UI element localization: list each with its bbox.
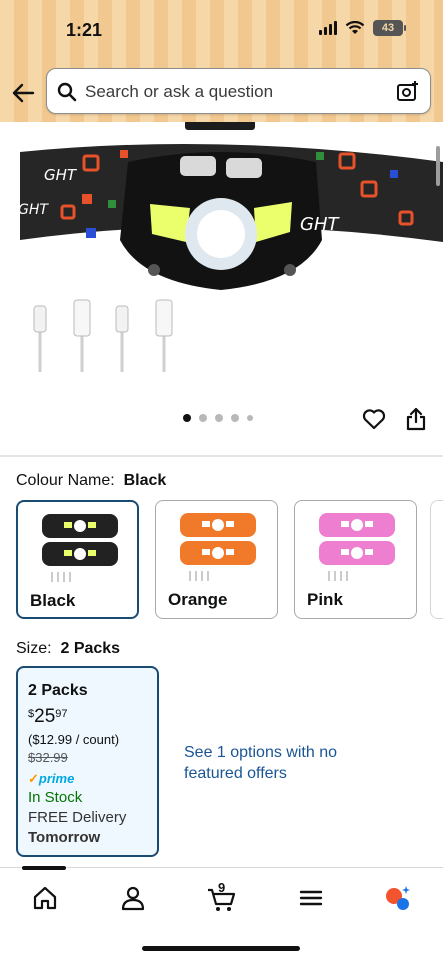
menu-icon[interactable]: [297, 884, 325, 912]
nav-active-indicator: [22, 866, 66, 870]
stock-status: In Stock: [28, 789, 83, 806]
section-divider: [0, 455, 443, 457]
cellular-signal-icon: [319, 21, 337, 35]
wifi-icon: [345, 21, 365, 34]
colour-option-black[interactable]: Black: [16, 500, 139, 619]
price-fraction: 97: [55, 708, 68, 720]
size-option-2-packs[interactable]: 2 Packs $2597 ($12.99 / count) $32.99 ✓p…: [16, 666, 159, 857]
delivery-day: Tomorrow: [28, 829, 101, 846]
cart-count: 9: [218, 880, 226, 895]
camera-search-icon[interactable]: [396, 79, 420, 103]
size-option-title: 2 Packs: [28, 682, 88, 699]
battery-icon: 43: [373, 20, 406, 36]
price-currency: $: [28, 708, 35, 720]
colour-label-text: Colour Name:: [16, 472, 115, 489]
size-selected-value: 2 Packs: [60, 640, 121, 657]
account-icon[interactable]: [119, 884, 147, 912]
rufus-assistant-icon[interactable]: [384, 884, 412, 912]
scrollbar[interactable]: [436, 146, 440, 186]
status-icons: 43: [319, 20, 406, 36]
colour-option-label: Pink: [307, 590, 343, 609]
carousel-dot[interactable]: [199, 414, 207, 422]
price-whole: 25: [34, 706, 56, 727]
price: $2597: [28, 706, 68, 728]
top-header: 1:21 43 Search or ask a question: [0, 0, 443, 122]
colour-option-label: Orange: [168, 590, 228, 609]
colour-selected-value: Black: [123, 472, 167, 489]
share-icon[interactable]: [406, 407, 426, 431]
colour-label: Colour Name: Black: [16, 472, 166, 490]
carousel-dot[interactable]: [215, 414, 223, 422]
colour-option-pink[interactable]: Pink: [294, 500, 417, 619]
colour-option-label: Black: [30, 591, 76, 610]
svg-text:GHT: GHT: [44, 166, 78, 184]
colour-option-partial[interactable]: [430, 500, 443, 619]
size-label-text: Size:: [16, 640, 52, 657]
product-image-carousel[interactable]: GHT GHT GHT: [0, 122, 443, 452]
cart-button[interactable]: 9: [206, 880, 238, 912]
svg-text:GHT: GHT: [18, 202, 49, 218]
status-time: 1:21: [66, 20, 103, 40]
price-per-count: ($12.99 / count): [28, 732, 120, 747]
prime-check-icon: ✓: [28, 771, 39, 786]
black-headlamp-thumbnail: [42, 514, 118, 582]
carousel-dot[interactable]: [247, 415, 253, 421]
prime-badge: ✓prime: [28, 771, 74, 787]
back-arrow-icon[interactable]: [10, 80, 36, 106]
headlamp-product-image: GHT GHT GHT: [18, 122, 443, 372]
search-input[interactable]: Search or ask a question: [46, 68, 431, 114]
carousel-dots[interactable]: [183, 414, 253, 422]
prime-label: prime: [38, 771, 75, 786]
bottom-nav: 9: [0, 866, 443, 960]
delivery-info: FREE Delivery: [28, 809, 127, 826]
carousel-dot[interactable]: [231, 414, 239, 422]
pink-headlamp-thumbnail: [319, 513, 395, 581]
home-icon[interactable]: [31, 884, 59, 912]
search-placeholder: Search or ask a question: [85, 82, 274, 101]
search-icon: [57, 82, 77, 102]
home-indicator[interactable]: [142, 946, 300, 951]
size-label: Size: 2 Packs: [16, 640, 120, 658]
list-price: $32.99: [28, 750, 68, 765]
headlamp-label: GHT: [300, 214, 340, 235]
orange-headlamp-thumbnail: [180, 513, 256, 581]
heart-icon[interactable]: [362, 408, 386, 430]
carousel-dot[interactable]: [183, 414, 191, 422]
colour-option-orange[interactable]: Orange: [155, 500, 278, 619]
see-options-link[interactable]: See 1 options with no featured offers: [184, 742, 344, 784]
